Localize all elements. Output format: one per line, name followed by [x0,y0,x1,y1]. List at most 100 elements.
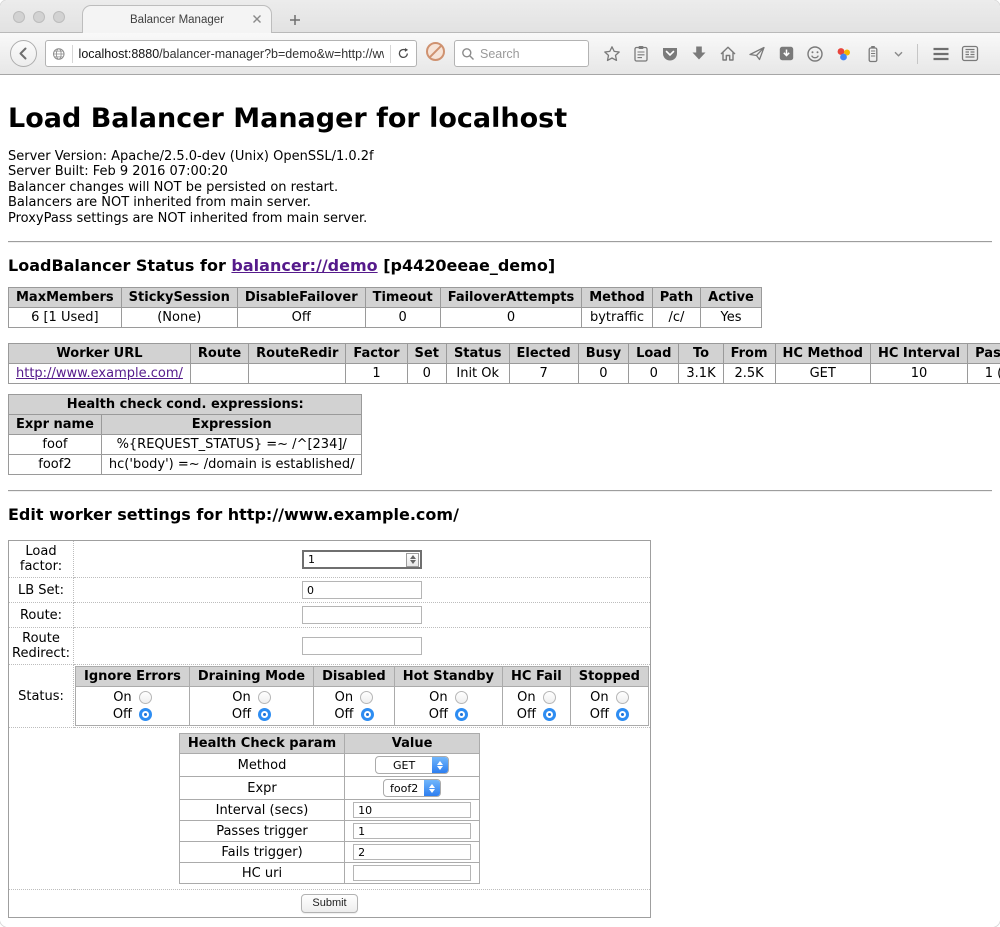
tab-close-icon[interactable] [252,14,262,24]
radio-on-label: On [590,690,608,705]
server-info: Server Version: Apache/2.5.0-dev (Unix) … [8,149,992,226]
hc-uri-input[interactable] [353,865,471,881]
edit-worker-form: Load factor: LB Set: Route: [8,540,651,918]
select-arrows-icon [424,780,440,796]
col-disabled: Disabled [314,667,395,687]
browser-window: Balancer Manager localhost:8880/balancer… [0,0,1000,927]
expr-select[interactable]: foof2 [383,779,441,797]
cell-set: 0 [407,364,446,384]
radio-hc-fail-off[interactable] [543,708,556,721]
cell-expression: hc('body') =~ /domain is established/ [101,455,362,475]
load-factor-label: Load factor: [9,541,74,578]
col-worker-url: Worker URL [9,344,191,364]
divider [8,241,992,243]
load-factor-input[interactable] [302,550,422,569]
url-text[interactable]: localhost:8880/balancer-manager?b=demo&w… [79,47,385,61]
col-expr-name: Expr name [9,415,102,435]
send-icon[interactable] [748,45,766,63]
cell-hc-method: GET [775,364,870,384]
status-label: Status: [9,665,74,728]
radio-stopped-on[interactable] [616,691,629,704]
radio-off-label: Off [590,707,609,722]
col-method: Method [582,288,652,308]
bookmark-star-icon[interactable] [603,45,621,63]
chat-smiley-icon[interactable] [806,45,824,63]
hc-expressions-title: Health check cond. expressions: [9,395,362,415]
col-expression: Expression [101,415,362,435]
table-header-row: MaxMembers StickySession DisableFailover… [9,288,762,308]
hc-uri-label: HC uri [179,863,344,884]
cell-route [190,364,248,384]
table-row: http://www.example.com/ 1 0 Init Ok 7 0 … [9,364,1000,384]
home-icon[interactable] [719,45,737,63]
reading-list-icon[interactable] [632,45,650,63]
submit-button[interactable]: Submit [301,894,357,913]
fails-input[interactable] [353,844,471,860]
tracking-protection-icon[interactable] [425,41,446,67]
radio-hc-fail-on[interactable] [543,691,556,704]
passes-label: Passes trigger [179,821,344,842]
radio-draining-mode-on[interactable] [258,691,271,704]
radio-disabled-off[interactable] [361,708,374,721]
col-timeout: Timeout [365,288,440,308]
balancer-heading-prefix: LoadBalancer Status for [8,256,231,275]
back-button[interactable] [10,40,37,67]
cell-stickysession: (None) [121,308,237,328]
worker-status-table: Worker URL Route RouteRedir Factor Set S… [8,343,1000,384]
tiles-icon[interactable] [961,45,979,63]
col-factor: Factor [346,344,407,364]
url-path: /balancer-manager?b=demo&w=http://www.ex… [159,47,384,61]
number-stepper-icon[interactable] [406,553,419,567]
route-input[interactable] [302,606,422,624]
expr-select-value: foof2 [384,780,424,796]
passes-input[interactable] [353,823,471,839]
form-row-load-factor: Load factor: [9,541,651,578]
route-redirect-input[interactable] [302,637,422,655]
new-tab-button[interactable] [288,13,302,27]
menu-icon[interactable] [932,45,950,63]
colors-extension-icon[interactable] [835,45,853,63]
search-bar[interactable]: Search [454,40,589,67]
radio-disabled-on[interactable] [360,691,373,704]
col-stopped: Stopped [570,667,648,687]
save-page-icon[interactable] [777,45,795,63]
cell-maxmembers: 6 [1 Used] [9,308,122,328]
overflow-caret-icon[interactable] [893,45,903,63]
balancer-demo-link[interactable]: balancer://demo [231,256,377,275]
close-window-button[interactable] [13,11,25,23]
zoom-window-button[interactable] [53,11,65,23]
radio-ignore-errors-on[interactable] [139,691,152,704]
window-controls[interactable] [13,11,65,23]
col-set: Set [407,344,446,364]
minimize-window-button[interactable] [33,11,45,23]
radio-stopped-off[interactable] [616,708,629,721]
pocket-icon[interactable] [661,45,679,63]
cell-expr-name: foof [9,435,102,455]
fails-label: Fails trigger) [179,842,344,863]
radio-hot-standby-on[interactable] [455,691,468,704]
reload-icon[interactable] [397,46,410,61]
form-row-lb-set: LB Set: [9,578,651,603]
interval-input[interactable] [353,802,471,818]
battery-icon[interactable] [864,45,882,63]
hc-expressions-table: Health check cond. expressions: Expr nam… [8,394,362,475]
radio-hot-standby-off[interactable] [455,708,468,721]
method-label: Method [179,754,344,777]
downloads-icon[interactable] [690,45,708,63]
worker-url-link[interactable]: http://www.example.com/ [16,366,183,381]
cell-method: bytraffic [582,308,652,328]
url-bar[interactable]: localhost:8880/balancer-manager?b=demo&w… [45,40,417,67]
tab-balancer-manager[interactable]: Balancer Manager [82,5,272,33]
col-maxmembers: MaxMembers [9,288,122,308]
radio-ignore-errors-off[interactable] [139,708,152,721]
col-hc-value: Value [345,734,480,754]
route-redirect-label: Route Redirect: [9,628,74,665]
form-row-route: Route: [9,603,651,628]
inherit-note-line: Balancers are NOT inherited from main se… [8,195,992,210]
table-header-row: Worker URL Route RouteRedir Factor Set S… [9,344,1000,364]
balancer-status-table: MaxMembers StickySession DisableFailover… [8,287,762,328]
method-select[interactable]: GET [375,756,449,774]
lb-set-input[interactable] [302,581,422,599]
radio-on-label: On [113,690,131,705]
radio-draining-mode-off[interactable] [258,708,271,721]
